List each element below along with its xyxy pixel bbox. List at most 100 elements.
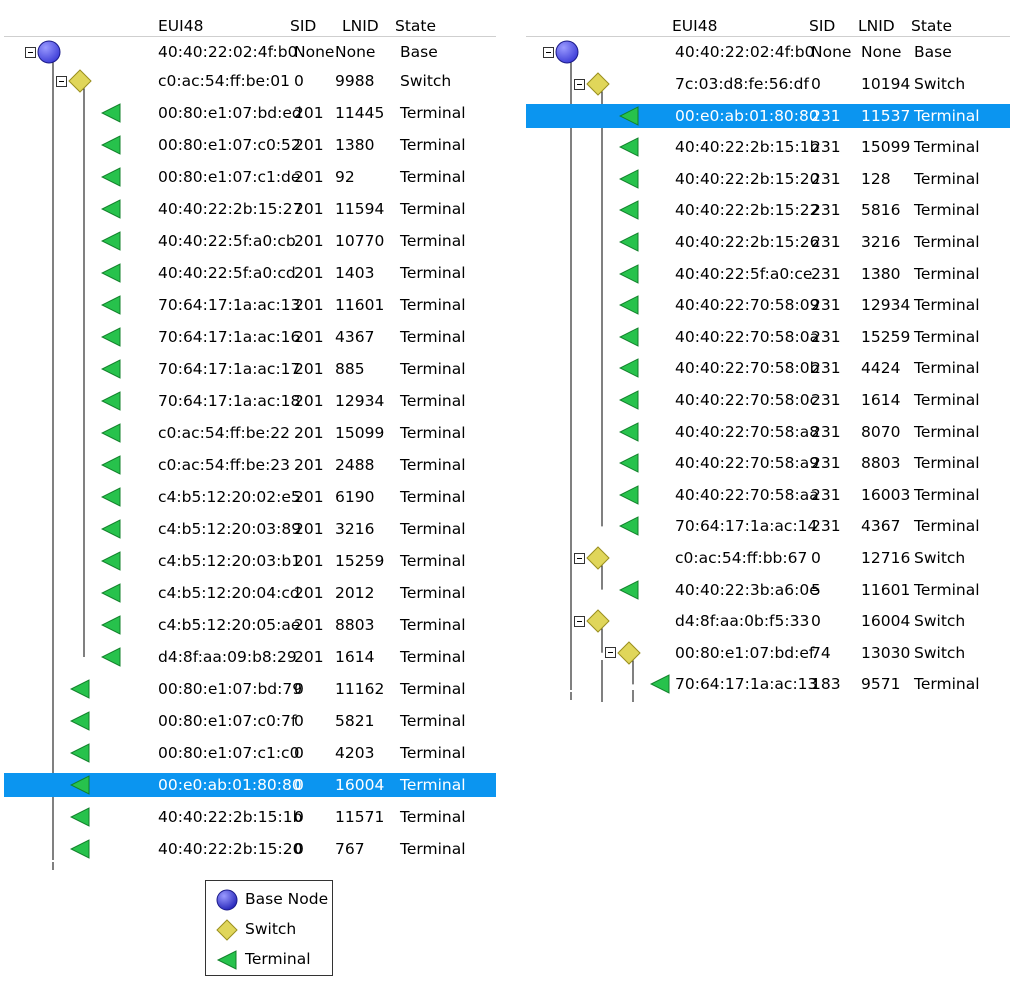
eui48-cell: 00:80:e1:07:bd:79 (158, 680, 303, 698)
tree-row[interactable]: 40:40:22:2b:15:22 231 5816 Terminal (526, 198, 1010, 222)
tree-row[interactable]: 70:64:17:1a:ac:18 201 12934 Terminal (4, 389, 496, 413)
sid-cell: 201 (294, 232, 324, 250)
tree-row[interactable]: c0:ac:54:ff:be:22 201 15099 Terminal (4, 421, 496, 445)
tree-row[interactable]: 00:80:e1:07:c0:52 201 1380 Terminal (4, 133, 496, 157)
tree-row[interactable]: c4:b5:12:20:03:b1 201 15259 Terminal (4, 549, 496, 573)
lnid-cell: 11601 (335, 296, 385, 314)
eui48-cell: 40:40:22:02:4f:b0 (675, 43, 815, 61)
tree-row[interactable]: 7c:03:d8:fe:56:df 0 10194 Switch (526, 72, 1010, 96)
tree-row[interactable]: 40:40:22:70:58:a9 231 8803 Terminal (526, 451, 1010, 475)
tree-row[interactable]: 40:40:22:5f:a0:cb 201 10770 Terminal (4, 229, 496, 253)
column-header-eui48[interactable]: EUI48 (158, 16, 203, 36)
tree-row[interactable]: c4:b5:12:20:02:e5 201 6190 Terminal (4, 485, 496, 509)
state-cell: Terminal (400, 808, 466, 826)
tree-row[interactable]: 40:40:22:5f:a0:cd 201 1403 Terminal (4, 261, 496, 285)
tree-row[interactable]: 70:64:17:1a:ac:16 201 4367 Terminal (4, 325, 496, 349)
column-header: EUI48 SID LNID State (526, 16, 1010, 37)
right-tree-view[interactable]: EUI48 SID LNID State 40:40:22:02:4f:b0 No… (526, 0, 1010, 880)
tree-row[interactable]: 40:40:22:70:58:a8 231 8070 Terminal (526, 420, 1010, 444)
eui48-cell: 70:64:17:1a:ac:13 (675, 675, 818, 694)
collapse-toggle[interactable] (56, 75, 67, 87)
eui48-cell: 70:64:17:1a:ac:13 (158, 296, 301, 314)
tree-row[interactable]: 70:64:17:1a:ac:13 201 11601 Terminal (4, 293, 496, 317)
lnid-cell: 4424 (861, 359, 901, 378)
state-cell: Terminal (914, 675, 980, 694)
tree-row[interactable]: 40:40:22:5f:a0:ce 231 1380 Terminal (526, 262, 1010, 286)
tree-row[interactable]: 40:40:22:70:58:0c 231 1614 Terminal (526, 388, 1010, 412)
collapse-toggle[interactable] (605, 647, 616, 659)
lnid-cell: 92 (335, 168, 355, 186)
collapse-toggle[interactable] (543, 46, 554, 58)
state-cell: Switch (914, 75, 966, 93)
terminal-icon (101, 551, 121, 571)
state-cell: Terminal (400, 488, 466, 506)
tree-row[interactable]: 00:80:e1:07:bd:79 0 11162 Terminal (4, 677, 496, 701)
tree-row[interactable]: 70:64:17:1a:ac:17 201 885 Terminal (4, 357, 496, 381)
switch-icon (617, 641, 641, 665)
terminal-icon (619, 200, 639, 221)
state-cell: Terminal (400, 744, 466, 762)
eui48-cell: 70:64:17:1a:ac:18 (158, 392, 301, 410)
column-header-eui48[interactable]: EUI48 (672, 16, 717, 36)
legend-item-terminal: Terminal (206, 945, 332, 973)
tree-row[interactable]: 70:64:17:1a:ac:14 231 4367 Terminal (526, 514, 1010, 538)
column-header-lnid[interactable]: LNID (342, 16, 379, 36)
tree-row[interactable]: 00:80:e1:07:bd:ef 74 13030 Switch (526, 641, 1010, 665)
lnid-cell: 1614 (861, 391, 901, 409)
state-cell: Base (400, 43, 438, 61)
tree-row[interactable]: 40:40:22:70:58:0a 231 15259 Terminal (526, 325, 1010, 349)
tree-row[interactable]: 00:e0:ab:01:80:80 231 11537 Terminal (526, 103, 1010, 128)
tree-row[interactable]: 40:40:22:2b:15:20 0 767 Terminal (4, 837, 496, 861)
collapse-toggle[interactable] (25, 46, 36, 58)
state-cell: Terminal (400, 296, 466, 314)
lnid-cell: 4367 (861, 517, 901, 536)
tree-row[interactable]: c4:b5:12:20:05:ae 201 8803 Terminal (4, 613, 496, 637)
tree-row[interactable]: c4:b5:12:20:03:89 201 3216 Terminal (4, 517, 496, 541)
tree-row[interactable]: c0:ac:54:ff:bb:67 0 12716 Switch (526, 546, 1010, 570)
lnid-cell: 16004 (335, 776, 385, 794)
tree-row[interactable]: 40:40:22:2b:15:26 231 3216 Terminal (526, 230, 1010, 254)
tree-row[interactable]: 40:40:22:70:58:09 231 12934 Terminal (526, 293, 1010, 317)
tree-row[interactable]: 40:40:22:2b:15:20 231 128 Terminal (526, 167, 1010, 191)
tree-row[interactable]: 00:e0:ab:01:80:80 0 16004 Terminal (4, 773, 496, 797)
tree-row[interactable]: 40:40:22:3b:a6:0e 5 11601 Terminal (526, 578, 1010, 602)
tree-row[interactable]: d4:8f:aa:0b:f5:33 0 16004 Switch (526, 609, 1010, 633)
terminal-icon (70, 775, 90, 795)
tree-row[interactable]: 00:80:e1:07:c1:c0 0 4203 Terminal (4, 741, 496, 765)
tree-row[interactable]: 40:40:22:2b:15:27 201 11594 Terminal (4, 197, 496, 221)
terminal-icon (619, 263, 639, 284)
collapse-toggle[interactable] (574, 78, 585, 90)
lnid-cell: 10194 (861, 75, 911, 93)
tree-row[interactable]: 40:40:22:2b:15:1b 0 11571 Terminal (4, 805, 496, 829)
tree-row[interactable]: c0:ac:54:ff:be:01 0 9988 Switch (4, 69, 496, 93)
column-header-state[interactable]: State (395, 16, 436, 36)
state-cell: Terminal (400, 648, 466, 666)
tree-row[interactable]: c4:b5:12:20:04:cd 201 2012 Terminal (4, 581, 496, 605)
collapse-toggle[interactable] (574, 552, 585, 564)
left-tree-view[interactable]: EUI48 SID LNID State 40:40:22:02:4f:b0 No… (4, 0, 496, 880)
collapse-toggle[interactable] (574, 615, 585, 627)
terminal-icon (70, 743, 90, 763)
tree-row[interactable]: 00:80:e1:07:bd:ed 201 11445 Terminal (4, 101, 496, 125)
tree-row[interactable]: 40:40:22:70:58:aa 231 16003 Terminal (526, 483, 1010, 507)
tree-row[interactable]: 70:64:17:1a:ac:13 183 9571 Terminal (526, 672, 1010, 696)
tree-row[interactable]: 40:40:22:02:4f:b0 None None Base (526, 40, 1010, 64)
column-header-lnid[interactable]: LNID (858, 16, 895, 36)
lnid-cell: 767 (335, 840, 365, 858)
tree-row[interactable]: d4:8f:aa:09:b8:29 201 1614 Terminal (4, 645, 496, 669)
tree-row[interactable]: 00:80:e1:07:c0:7f 0 5821 Terminal (4, 709, 496, 733)
sid-cell: 201 (294, 648, 324, 666)
eui48-cell: 40:40:22:2b:15:27 (158, 200, 303, 218)
tree-row[interactable]: c0:ac:54:ff:be:23 201 2488 Terminal (4, 453, 496, 477)
tree-row[interactable]: 40:40:22:2b:15:1b 231 15099 Terminal (526, 135, 1010, 159)
tree-row[interactable]: 40:40:22:02:4f:b0 None None Base (4, 40, 496, 64)
tree-row[interactable]: 40:40:22:70:58:0b 231 4424 Terminal (526, 356, 1010, 380)
column-header-sid[interactable]: SID (809, 16, 835, 36)
eui48-cell: 40:40:22:5f:a0:cb (158, 232, 296, 250)
terminal-icon (619, 232, 639, 252)
tree-row[interactable]: 00:80:e1:07:c1:de 201 92 Terminal (4, 165, 496, 189)
lnid-cell: 12716 (861, 549, 911, 567)
column-header-sid[interactable]: SID (290, 16, 316, 36)
state-cell: Terminal (400, 232, 466, 250)
column-header-state[interactable]: State (911, 16, 952, 36)
